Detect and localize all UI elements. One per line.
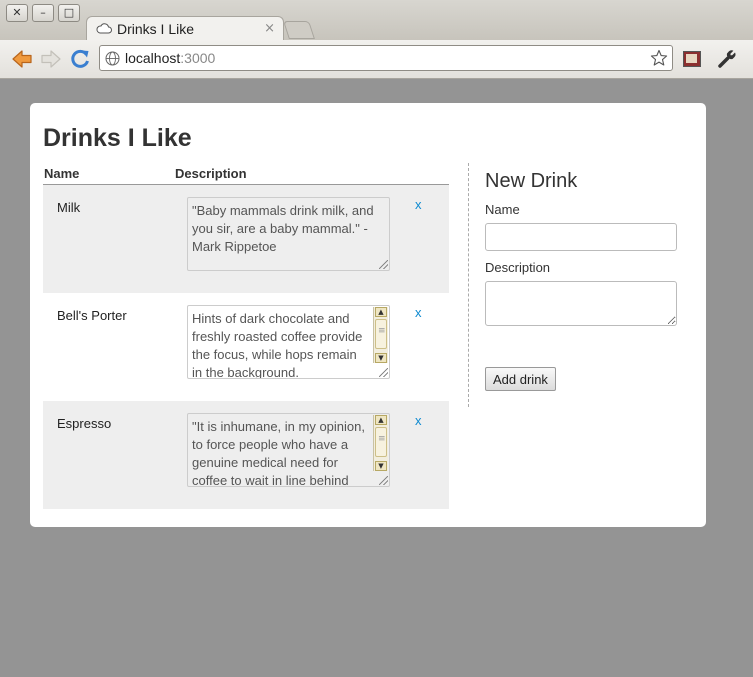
resize-handle[interactable]: [379, 260, 388, 269]
column-header-name: Name: [44, 166, 80, 181]
delete-drink-link[interactable]: x: [415, 197, 422, 212]
new-tab-button[interactable]: [283, 21, 315, 39]
drinks-table: Name Description Milk "Baby mammals drin…: [43, 165, 449, 509]
scrollbar-thumb[interactable]: [375, 427, 387, 457]
forward-arrow-icon[interactable]: [40, 48, 62, 70]
back-arrow-icon[interactable]: [11, 48, 33, 70]
window-maximize-button[interactable]: □: [58, 4, 80, 22]
table-header: Name Description: [43, 165, 449, 185]
delete-drink-link[interactable]: x: [415, 413, 422, 428]
scroll-up-arrow-icon[interactable]: ▲: [375, 415, 387, 425]
drink-description-textarea[interactable]: "Baby mammals drink milk, and you sir, a…: [187, 197, 390, 271]
drink-description-text: Hints of dark chocolate and freshly roas…: [192, 311, 363, 379]
add-drink-button[interactable]: Add drink: [485, 367, 556, 391]
drink-description-textarea[interactable]: Hints of dark chocolate and freshly roas…: [187, 305, 390, 379]
table-row: Milk "Baby mammals drink milk, and you s…: [43, 185, 449, 293]
drink-name: Bell's Porter: [57, 308, 127, 323]
scroll-down-arrow-icon[interactable]: ▼: [375, 461, 387, 471]
tab-title: Drinks I Like: [117, 21, 195, 37]
name-input[interactable]: [485, 223, 677, 251]
url-port: :3000: [180, 50, 216, 66]
new-drink-form: New Drink Name Description Add drink: [485, 170, 685, 391]
resize-handle[interactable]: [379, 368, 388, 377]
drink-description-text: "Baby mammals drink milk, and you sir, a…: [192, 203, 374, 254]
drink-name: Milk: [57, 200, 81, 215]
delete-drink-link[interactable]: x: [415, 305, 422, 320]
cloud-icon: [96, 23, 112, 34]
address-bar[interactable]: localhost:3000: [99, 45, 673, 71]
extension-icon[interactable]: [683, 51, 701, 67]
reload-icon[interactable]: [69, 48, 91, 70]
window-titlebar: ✕ – □ Drinks I Like ×: [0, 0, 753, 41]
scrollbar-thumb[interactable]: [375, 319, 387, 349]
bookmark-star-icon[interactable]: [650, 49, 668, 67]
page-title: Drinks I Like: [43, 124, 192, 152]
tab-close-button[interactable]: ×: [264, 21, 275, 36]
resize-handle[interactable]: [379, 476, 388, 485]
table-row: Bell's Porter Hints of dark chocolate an…: [43, 293, 449, 401]
drink-description-textarea[interactable]: "It is inhumane, in my opinion, to force…: [187, 413, 390, 487]
wrench-icon[interactable]: [717, 49, 737, 69]
window-minimize-button[interactable]: –: [32, 4, 54, 22]
new-drink-heading: New Drink: [485, 170, 578, 192]
window-close-button[interactable]: ✕: [6, 4, 28, 22]
name-label: Name: [485, 202, 520, 217]
drink-description-text: "It is inhumane, in my opinion, to force…: [192, 419, 365, 487]
globe-icon: [105, 51, 120, 66]
description-label: Description: [485, 260, 551, 275]
content-card: Drinks I Like Name Description Milk "Bab…: [30, 103, 706, 527]
column-header-description: Description: [175, 166, 247, 181]
scroll-up-arrow-icon[interactable]: ▲: [375, 307, 387, 317]
scrollbar[interactable]: ▲ ▼: [373, 415, 388, 471]
url-host: localhost: [125, 50, 181, 66]
scroll-down-arrow-icon[interactable]: ▼: [375, 353, 387, 363]
column-divider: [468, 163, 469, 407]
browser-toolbar: localhost:3000: [0, 40, 753, 79]
url-text: localhost:3000: [125, 50, 215, 66]
browser-tab[interactable]: Drinks I Like ×: [86, 16, 284, 41]
scrollbar[interactable]: ▲ ▼: [373, 307, 388, 363]
drink-name: Espresso: [57, 416, 112, 431]
table-row: Espresso "It is inhumane, in my opinion,…: [43, 401, 449, 509]
description-input[interactable]: [485, 281, 677, 326]
